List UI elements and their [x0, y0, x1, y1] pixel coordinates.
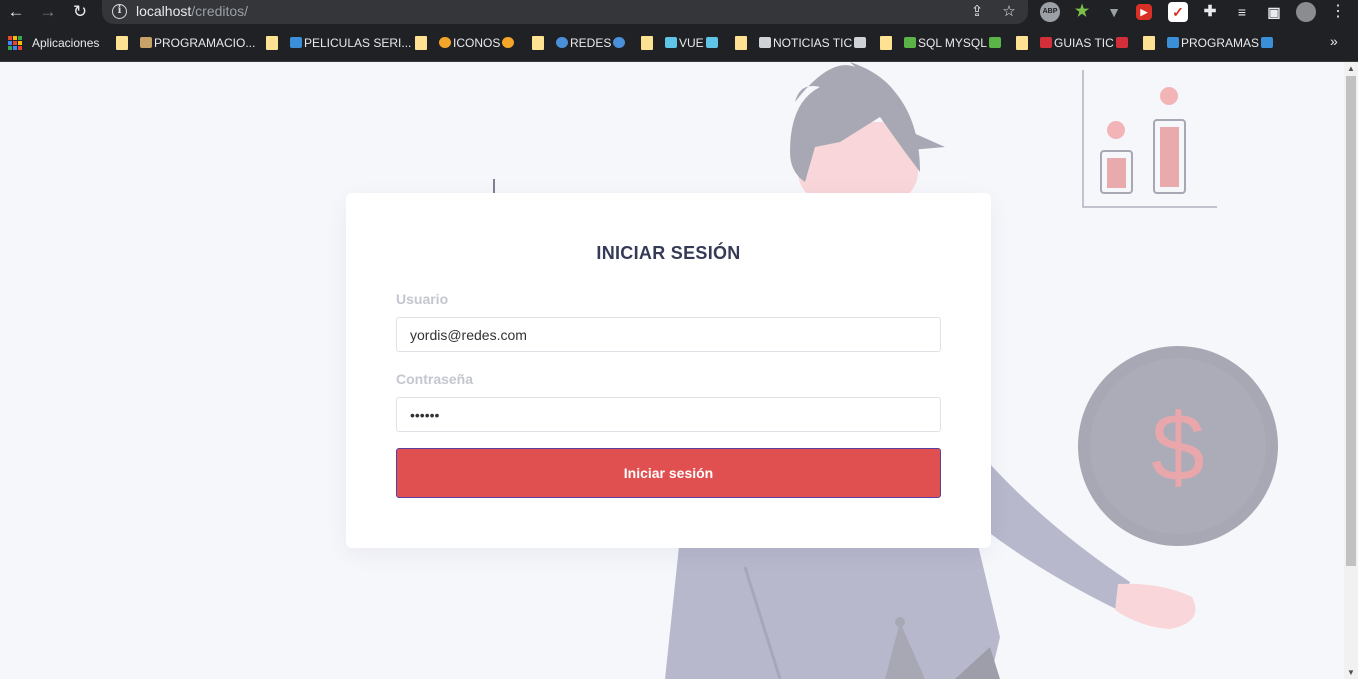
- red-book-emoji-icon: [1040, 37, 1052, 48]
- chart-dot: [1160, 87, 1178, 105]
- folder-icon: [641, 36, 653, 50]
- bookmark-sql[interactable]: SQL MYSQL: [880, 35, 1003, 51]
- bookmark-programacion[interactable]: PROGRAMACIO...: [116, 35, 255, 51]
- bookmark-label: REDES: [570, 36, 612, 50]
- bookmark-label: PROGRAMAS: [1181, 36, 1260, 50]
- folder-icon: [1143, 36, 1155, 50]
- chart-dot: [1107, 121, 1125, 139]
- chart-bar-fill: [1107, 158, 1126, 188]
- password-label: Contraseña: [396, 371, 474, 387]
- apps-grid-icon[interactable]: [8, 36, 22, 50]
- chart-axes: [1082, 70, 1217, 208]
- site-info-icon[interactable]: i: [112, 4, 127, 19]
- bookmark-label: VUE: [679, 36, 704, 50]
- tie-knot: [895, 617, 905, 627]
- bookmark-label: GUIAS TIC: [1054, 36, 1114, 50]
- newspaper-emoji-icon: [854, 37, 867, 48]
- numbers-emoji-icon: [1261, 37, 1274, 48]
- green-book-emoji-icon: [988, 37, 1001, 48]
- scroll-down-arrow-icon[interactable]: ▼: [1347, 668, 1355, 677]
- folder-icon: [880, 36, 892, 50]
- smiley-emoji-icon: [439, 37, 451, 48]
- url-path: /creditos/: [191, 3, 249, 19]
- folder-icon: [1016, 36, 1028, 50]
- bookmark-guias[interactable]: GUIAS TIC: [1016, 35, 1130, 51]
- bookmark-vue[interactable]: VUE: [641, 35, 720, 51]
- bookmark-label: PROGRAMACIO...: [154, 36, 256, 50]
- bookmarks-overflow-icon[interactable]: »: [1330, 33, 1338, 49]
- person-hand: [1115, 583, 1196, 629]
- back-arrow-icon[interactable]: ←: [4, 0, 28, 24]
- bookmark-noticias[interactable]: NOTICIAS TIC: [735, 35, 868, 51]
- forward-arrow-icon[interactable]: →: [36, 0, 60, 24]
- person-emoji-icon: [140, 37, 152, 48]
- password-input[interactable]: [396, 397, 941, 432]
- coin-symbol: $: [1151, 394, 1204, 501]
- star-extension-icon[interactable]: ★: [1072, 2, 1092, 22]
- sidebar-icon[interactable]: ▣: [1264, 2, 1284, 22]
- user-label: Usuario: [396, 291, 449, 307]
- folder-icon: [116, 36, 128, 50]
- bookmark-iconos[interactable]: ICONOS: [415, 35, 516, 51]
- bookmark-redes[interactable]: REDES: [532, 35, 627, 51]
- bookmark-label: ICONOS: [453, 36, 501, 50]
- share-icon[interactable]: ⇪: [968, 3, 986, 21]
- bookmarks-bar: Aplicaciones PROGRAMACIO... PELICULAS SE…: [0, 24, 1358, 62]
- menu-kebab-icon[interactable]: ⋮: [1326, 0, 1350, 24]
- media-queue-icon[interactable]: ≡: [1232, 2, 1252, 22]
- media-extension-icon[interactable]: ▶: [1136, 4, 1152, 20]
- checklist-icon[interactable]: ✓: [1168, 2, 1188, 22]
- abp-icon[interactable]: ABP: [1040, 2, 1060, 22]
- bookmark-peliculas[interactable]: PELICULAS SERI...: [266, 35, 411, 51]
- bookmark-star-icon[interactable]: ☆: [1000, 3, 1018, 21]
- folder-icon: [266, 36, 278, 50]
- newspaper-emoji-icon: [759, 37, 771, 48]
- user-input[interactable]: [396, 317, 941, 352]
- bookmark-label: PELICULAS SERI...: [304, 36, 412, 50]
- numbers-emoji-icon: [1167, 37, 1179, 48]
- red-book-emoji-icon: [1115, 37, 1128, 48]
- page-content: $ INICIAR SESIÓN Usuario Contraseña Inic…: [0, 62, 1344, 679]
- profile-avatar-icon[interactable]: [1296, 2, 1316, 22]
- scroll-thumb[interactable]: [1346, 76, 1356, 566]
- bookmark-label: NOTICIAS TIC: [773, 36, 853, 50]
- chart-bar-fill: [1160, 127, 1179, 187]
- globe-emoji-icon: [613, 37, 626, 48]
- url-text[interactable]: localhost/creditos/: [136, 3, 248, 19]
- reload-icon[interactable]: ↻: [68, 0, 92, 24]
- smiley-emoji-icon: [502, 37, 515, 48]
- green-book-emoji-icon: [904, 37, 916, 48]
- page-scrollbar[interactable]: ▲ ▼: [1344, 62, 1358, 679]
- bookmark-aplicaciones[interactable]: Aplicaciones: [32, 35, 99, 51]
- folder-icon: [735, 36, 747, 50]
- puzzle-icon[interactable]: ✚: [1200, 2, 1220, 22]
- folder-icon: [415, 36, 427, 50]
- address-bar[interactable]: i localhost/creditos/ ⇪ ☆: [102, 0, 1028, 24]
- film-emoji-icon: [290, 37, 302, 48]
- page-title: INICIAR SESIÓN: [596, 243, 741, 263]
- login-card: INICIAR SESIÓN Usuario Contraseña Inicia…: [346, 193, 991, 548]
- browser-toolbar: ← → ↻ i localhost/creditos/ ⇪ ☆ ABP ★ ▼ …: [0, 0, 1358, 24]
- url-host: localhost: [136, 3, 192, 19]
- vue-devtools-icon[interactable]: ▼: [1104, 2, 1124, 22]
- globe-emoji-icon: [556, 37, 568, 48]
- bookmark-label: SQL MYSQL: [918, 36, 987, 50]
- gem-emoji-icon: [665, 37, 677, 48]
- gem-emoji-icon: [705, 37, 718, 48]
- scroll-up-arrow-icon[interactable]: ▲: [1347, 64, 1355, 73]
- bookmark-programas[interactable]: PROGRAMAS: [1143, 35, 1275, 51]
- folder-icon: [532, 36, 544, 50]
- login-button[interactable]: Iniciar sesión: [396, 448, 941, 498]
